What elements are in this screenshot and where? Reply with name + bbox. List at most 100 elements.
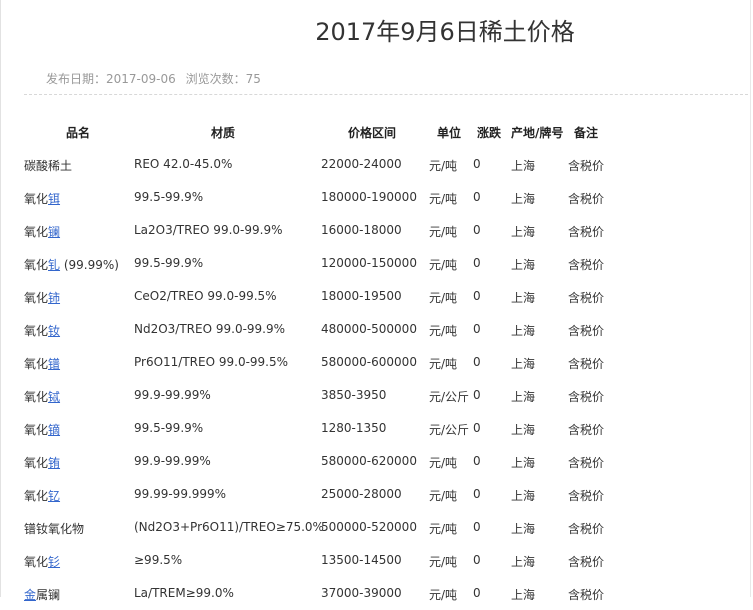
price-cell: 180000-190000	[321, 190, 417, 204]
element-link[interactable]: 钆	[48, 258, 60, 272]
product-name-text: 氧化	[24, 225, 49, 239]
material-cell: (Nd2O3+Pr6O11)/TREO≥75.0%	[134, 520, 324, 534]
note-cell: 含税价	[568, 291, 605, 305]
element-link[interactable]: 铒	[48, 192, 60, 206]
product-name: 氧化钕	[24, 322, 60, 339]
product-name: 氧化镧	[24, 223, 60, 240]
product-name: 氧化镨	[24, 355, 60, 372]
product-name: 碳酸稀土	[24, 157, 72, 174]
header-name: 品名	[66, 126, 91, 140]
product-name-text: 氧化	[24, 291, 49, 305]
material-cell: 99.5-99.9%	[134, 190, 204, 204]
price-table: 品名 材质 价格区间 单位 涨跌 产地/牌号 备注 碳酸稀土 REO 42.0-4…	[0, 115, 753, 610]
change-cell: 0	[473, 553, 481, 567]
unit-cell: 元/吨	[429, 522, 458, 536]
product-name: 氧化铈	[24, 289, 60, 306]
price-cell: 3850-3950	[321, 388, 387, 402]
element-link[interactable]: 铽	[48, 390, 60, 404]
origin-cell: 上海	[511, 390, 536, 404]
table-row: 金属镧 La/TREM≥99.0% 37000-39000 元/吨 0 上海 含税价	[0, 577, 753, 610]
table-row: 氧化钐 ≥99.5% 13500-14500 元/吨 0 上海 含税价	[0, 544, 753, 577]
origin-cell: 上海	[511, 192, 536, 206]
material-cell: 99.5-99.9%	[134, 421, 204, 435]
header-unit: 单位	[437, 126, 462, 140]
unit-cell: 元/吨	[429, 225, 458, 239]
note-cell: 含税价	[568, 456, 605, 470]
note-cell: 含税价	[568, 192, 605, 206]
article-meta: 发布日期：2017-09-06 浏览次数：75	[46, 70, 267, 87]
view-count: 浏览次数：75	[186, 72, 261, 86]
header-change: 涨跌	[477, 126, 502, 140]
note-cell: 含税价	[568, 522, 605, 536]
note-cell: 含税价	[568, 489, 605, 503]
element-link[interactable]: 镨	[48, 357, 60, 371]
price-cell: 13500-14500	[321, 553, 402, 567]
table-row: 氧化钇 99.99-99.999% 25000-28000 元/吨 0 上海 含税价	[0, 478, 753, 511]
change-cell: 0	[473, 157, 481, 171]
page-title: 2017年9月6日稀土价格	[315, 18, 575, 46]
element-link[interactable]: 钐	[48, 555, 60, 569]
price-cell: 37000-39000	[321, 586, 402, 600]
element-link[interactable]: 镧	[48, 225, 60, 239]
note-cell: 含税价	[568, 423, 605, 437]
publish-date: 发布日期：2017-09-06	[46, 72, 176, 86]
header-price: 价格区间	[348, 126, 397, 140]
origin-cell: 上海	[511, 456, 536, 470]
element-link[interactable]: 铕	[48, 456, 60, 470]
note-cell: 含税价	[568, 357, 605, 371]
price-cell: 16000-18000	[321, 223, 402, 237]
origin-cell: 上海	[511, 555, 536, 569]
price-cell: 580000-600000	[321, 355, 417, 369]
origin-cell: 上海	[511, 225, 536, 239]
product-name-suffix: 属镧	[36, 588, 61, 602]
material-cell: 99.99-99.999%	[134, 487, 227, 501]
element-link[interactable]: 铈	[48, 291, 60, 305]
table-row: 碳酸稀土 REO 42.0-45.0% 22000-24000 元/吨 0 上海 含税价	[0, 148, 753, 181]
note-cell: 含税价	[568, 588, 605, 602]
material-cell: La2O3/TREO 99.0-99.9%	[134, 223, 283, 237]
change-cell: 0	[473, 421, 481, 435]
product-name-suffix: (99.99%)	[60, 258, 119, 272]
change-cell: 0	[473, 322, 481, 336]
origin-cell: 上海	[511, 258, 536, 272]
table-row: 镨钕氧化物 (Nd2O3+Pr6O11)/TREO≥75.0% 500000-520…	[0, 511, 753, 544]
publish-date-label: 发布日期：	[46, 72, 107, 86]
price-cell: 1280-1350	[321, 421, 387, 435]
unit-cell: 元/吨	[429, 588, 458, 602]
table-row: 氧化铕 99.9-99.99% 580000-620000 元/吨 0 上海 含税价	[0, 445, 753, 478]
element-link[interactable]: 镝	[48, 423, 60, 437]
product-name-text: 氧化	[24, 489, 49, 503]
product-name-text: 氧化	[24, 258, 49, 272]
element-link[interactable]: 钇	[48, 489, 60, 503]
change-cell: 0	[473, 454, 481, 468]
element-link[interactable]: 钕	[48, 324, 60, 338]
origin-cell: 上海	[511, 357, 536, 371]
note-cell: 含税价	[568, 555, 605, 569]
price-cell: 18000-19500	[321, 289, 402, 303]
price-cell: 25000-28000	[321, 487, 402, 501]
change-cell: 0	[473, 256, 481, 270]
material-cell: La/TREM≥99.0%	[134, 586, 234, 600]
product-name-text: 氧化	[24, 324, 49, 338]
origin-cell: 上海	[511, 489, 536, 503]
product-name-text: 镨钕氧化物	[24, 522, 85, 536]
table-row: 氧化铒 99.5-99.9% 180000-190000 元/吨 0 上海 含税价	[0, 181, 753, 214]
origin-cell: 上海	[511, 291, 536, 305]
product-name-text: 氧化	[24, 357, 49, 371]
element-link[interactable]: 金	[24, 588, 36, 602]
table-row: 氧化镧 La2O3/TREO 99.0-99.9% 16000-18000 元/吨 0 上…	[0, 214, 753, 247]
product-name: 镨钕氧化物	[24, 520, 84, 537]
price-cell: 500000-520000	[321, 520, 417, 534]
change-cell: 0	[473, 289, 481, 303]
table-row: 氧化镝 99.5-99.9% 1280-1350 元/公斤 0 上海 含税价	[0, 412, 753, 445]
unit-cell: 元/吨	[429, 357, 458, 371]
table-header-row: 品名 材质 价格区间 单位 涨跌 产地/牌号 备注	[0, 115, 753, 148]
material-cell: 99.5-99.9%	[134, 256, 204, 270]
note-cell: 含税价	[568, 225, 605, 239]
price-cell: 22000-24000	[321, 157, 402, 171]
table-row: 氧化铈 CeO2/TREO 99.0-99.5% 18000-19500 元/吨 0 上海…	[0, 280, 753, 313]
product-name-text: 氧化	[24, 390, 49, 404]
table-row: 氧化钆 (99.99%) 99.5-99.9% 120000-150000 元/吨 0 上…	[0, 247, 753, 280]
material-cell: 99.9-99.99%	[134, 388, 211, 402]
note-cell: 含税价	[568, 390, 605, 404]
